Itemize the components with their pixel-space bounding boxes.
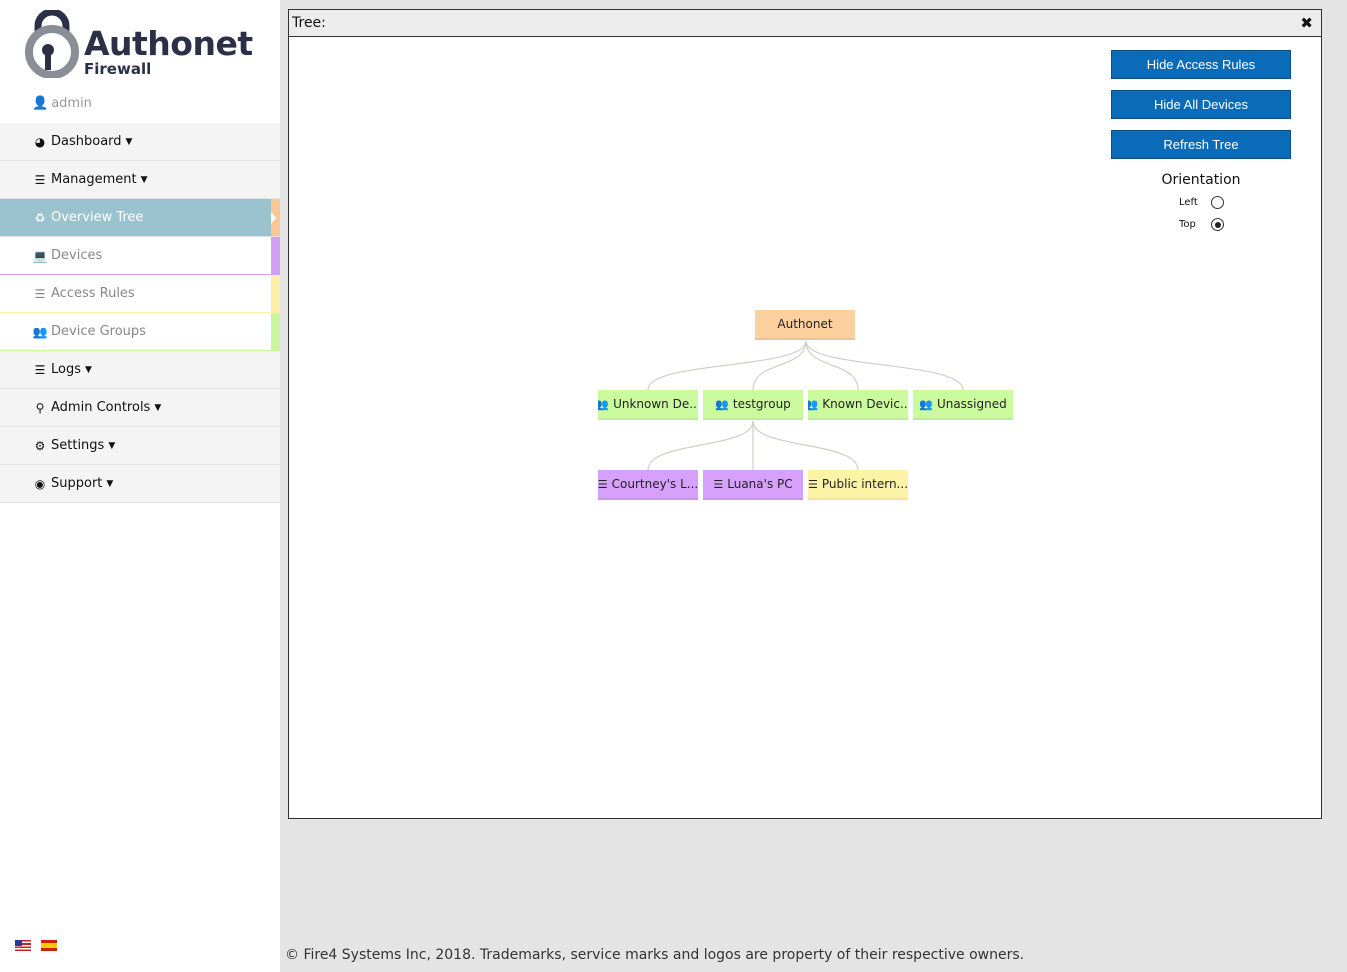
tree-node-group[interactable]: 👥 Known Devic... [808,390,908,420]
sidebar-item-logs[interactable]: ☰ Logs ▼ [0,351,280,389]
users-icon: 👥 [32,324,48,339]
sidebar-menu: ◕ Dashboard ▼ ☰ Management ▼ ♻ Overview … [0,123,280,503]
sidebar-item-settings[interactable]: ⚙ Settings ▼ [0,427,280,465]
sidebar-item-label: Overview Tree [51,210,144,225]
sidebar-item-admin-controls[interactable]: ⚲ Admin Controls ▼ [0,389,280,427]
sidebar-item-label: Access Rules [51,286,135,301]
logo-text: Authonet [84,24,253,63]
logo-subtitle: Firewall [84,60,152,78]
database-icon: ☰ [34,286,46,301]
caret-down-icon: ▼ [125,136,133,147]
list-icon: ☰ [34,362,46,377]
tree-node-device[interactable]: ☰ Courtney's L... [598,470,698,500]
sidebar-item-label: Devices [51,248,103,263]
sidebar-item-label: Management [51,172,137,187]
database-icon: ☰ [34,172,46,187]
sidebar: Authonet Firewall 👤 admin ◕ Dashboard ▼ ☰… [0,0,280,972]
sidebar-item-management[interactable]: ☰ Management ▼ [0,161,280,199]
tree-link [647,340,807,391]
accent-bar [271,275,280,312]
tree-link [805,340,859,391]
sidebar-item-devices[interactable]: 💻 Devices [0,237,280,275]
users-icon: 👥 [715,397,729,411]
tree-link [647,420,754,471]
laptop-icon: 💻 [32,248,48,263]
key-icon: ⚲ [35,400,45,415]
sidebar-item-access-rules[interactable]: ☰ Access Rules [0,275,280,313]
sidebar-item-dashboard[interactable]: ◕ Dashboard ▼ [0,123,280,161]
caret-down-icon: ▼ [108,440,116,451]
node-label: Known Devic... [822,397,908,411]
tree-panel: Tree: ✖ Hide Access Rules Hide All Devic… [288,9,1322,819]
padlock-icon [25,10,79,78]
sidebar-item-label: Dashboard [51,134,122,149]
node-label: Authonet [777,317,833,331]
sidebar-item-label: Admin Controls [51,400,151,415]
tree-links [647,340,964,471]
us-flag-icon[interactable] [15,940,31,951]
caret-down-icon: ▼ [140,174,148,185]
accent-bar [271,237,280,274]
users-icon: 👥 [808,398,818,411]
tree-node-group[interactable]: 👥 Unassigned [913,390,1013,420]
sidebar-item-label: Support [51,476,103,491]
lifebuoy-icon: ◉ [34,476,46,491]
database-icon: ☰ [598,477,608,491]
tree-node-rule[interactable]: ☰ Public intern... [808,470,908,500]
sidebar-item-label: Logs [51,362,81,377]
database-icon: ☰ [713,477,724,491]
node-label: Courtney's L... [611,477,698,491]
node-label: Unassigned [936,397,1007,411]
accent-bar [271,199,280,236]
database-icon: ☰ [808,477,818,491]
node-label: Public intern... [821,477,908,491]
username: admin [51,96,92,111]
authonet-logo[interactable]: Authonet Firewall [24,10,264,80]
node-label: Unknown De... [613,397,698,411]
tree-node-device[interactable]: ☰ Luana's PC [703,470,803,500]
tree-node-root[interactable]: Authonet [755,310,855,340]
tree-link [805,340,964,391]
users-icon: 👥 [919,397,933,411]
es-flag-icon[interactable] [41,940,57,951]
footer-copyright: © Fire4 Systems Inc, 2018. Trademarks, s… [285,947,1025,963]
node-label: testgroup [732,397,791,411]
caret-down-icon: ▼ [154,402,162,413]
gear-icon: ⚙ [34,438,46,453]
caret-down-icon: ▼ [85,364,92,375]
sidebar-item-label: Settings [51,438,105,453]
caret-down-icon: ▼ [106,478,114,489]
dashboard-icon: ◕ [34,134,46,149]
tree-node-group[interactable]: 👥 testgroup [703,390,803,420]
sidebar-item-overview-tree[interactable]: ♻ Overview Tree [0,199,280,237]
tree-link [752,420,859,471]
users-icon: 👥 [598,398,609,411]
sidebar-item-label: Device Groups [51,324,146,339]
language-selector [15,940,57,951]
tree-link [752,340,807,391]
user-label[interactable]: 👤 admin [32,96,92,111]
user-icon: 👤 [32,96,49,111]
sitemap-icon: ♻ [34,210,46,225]
node-label: Luana's PC [727,477,793,491]
tree-node-group[interactable]: 👥 Unknown De... [598,390,698,420]
sidebar-item-device-groups[interactable]: 👥 Device Groups [0,313,280,351]
sidebar-item-support[interactable]: ◉ Support ▼ [0,465,280,503]
accent-bar [271,313,280,350]
